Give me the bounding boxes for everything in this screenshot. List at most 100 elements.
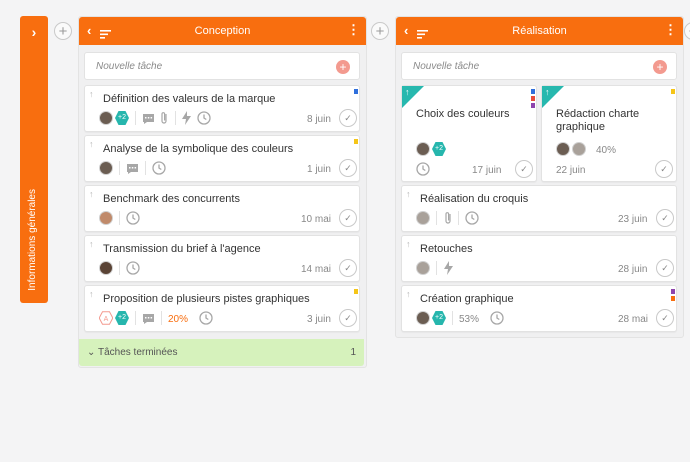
tag-marker	[671, 289, 675, 294]
task-card[interactable]: ↑ Retouches 28 juin ✓	[401, 235, 677, 282]
expand-chevron-icon[interactable]: ›	[20, 24, 48, 40]
new-task-field[interactable]: Nouvelle tâche +	[84, 52, 360, 80]
task-title: Proposition de plusieurs pistes graphiqu…	[103, 293, 310, 305]
task-card[interactable]: ↑ Benchmark des concurrents 10 mai ✓	[84, 185, 360, 232]
clock-icon	[152, 161, 166, 180]
collapsed-column-informations[interactable]: › Informations générales	[20, 16, 48, 303]
new-task-placeholder: Nouvelle tâche	[96, 61, 163, 72]
due-date: 1 juin	[307, 164, 331, 175]
complete-task-button[interactable]: ✓	[655, 160, 673, 178]
task-title: Choix des couleurs	[416, 108, 510, 120]
avatar[interactable]	[416, 311, 430, 325]
clock-icon	[197, 111, 211, 130]
add-column-button[interactable]: +	[54, 22, 72, 40]
complete-task-button[interactable]: ✓	[515, 160, 533, 178]
due-date: 17 juin	[472, 165, 502, 176]
priority-arrow-icon: ↑	[89, 139, 94, 149]
add-column-button[interactable]: +	[684, 22, 690, 40]
divider	[119, 211, 120, 225]
column-menu-icon[interactable]: ⋮	[347, 23, 360, 36]
avatar[interactable]	[416, 261, 430, 275]
lightning-icon	[182, 111, 191, 130]
column-title: Réalisation	[512, 25, 567, 37]
complete-task-button[interactable]: ✓	[339, 309, 357, 327]
avatar[interactable]	[99, 111, 113, 125]
add-task-icon[interactable]: +	[653, 60, 667, 74]
clock-icon	[126, 211, 140, 230]
clock-icon	[199, 311, 213, 330]
due-date: 14 mai	[301, 264, 332, 275]
due-date: 28 mai	[618, 314, 649, 325]
completed-tasks-label: ⌄ Tâches terminées	[87, 347, 178, 358]
task-title: Définition des valeurs de la marque	[103, 93, 276, 105]
complete-task-button[interactable]: ✓	[339, 209, 357, 227]
complete-task-button[interactable]: ✓	[656, 309, 674, 327]
divider	[145, 161, 146, 175]
due-date: 8 juin	[307, 114, 331, 125]
avatar[interactable]	[99, 161, 113, 175]
extra-members-badge[interactable]: +2	[115, 111, 129, 125]
divider	[458, 211, 459, 225]
column-header: ‹ Réalisation ⋮	[396, 17, 683, 45]
add-column-button[interactable]: +	[371, 22, 389, 40]
avatar[interactable]	[556, 142, 570, 156]
divider	[436, 261, 437, 275]
tag-marker	[531, 96, 535, 101]
divider	[161, 311, 162, 325]
extra-members-badge[interactable]: +2	[432, 311, 446, 325]
avatar[interactable]	[99, 211, 113, 225]
task-card[interactable]: ↑ Transmission du brief à l'agence 14 ma…	[84, 235, 360, 282]
progress-percent: 20%	[168, 314, 189, 325]
priority-arrow-icon: ↑	[545, 87, 550, 97]
task-card[interactable]: ↑ Proposition de plusieurs pistes graphi…	[84, 285, 360, 332]
task-card[interactable]: ↑ Création graphique +2 53% 28 mai ✓	[401, 285, 677, 332]
column-menu-icon[interactable]: ⋮	[664, 23, 677, 36]
new-task-field[interactable]: Nouvelle tâche +	[401, 52, 677, 80]
avatar[interactable]	[572, 142, 586, 156]
complete-task-button[interactable]: ✓	[339, 259, 357, 277]
priority-arrow-icon: ↑	[406, 289, 411, 299]
column-title: Conception	[194, 25, 251, 37]
priority-arrow-icon: ↑	[89, 89, 94, 99]
due-date: 3 juin	[307, 314, 331, 325]
tag-marker	[354, 289, 358, 294]
complete-task-button[interactable]: ✓	[339, 159, 357, 177]
complete-task-button[interactable]: ✓	[656, 209, 674, 227]
divider	[119, 261, 120, 275]
task-card[interactable]: ↑ Analyse de la symbolique des couleurs …	[84, 135, 360, 182]
avatar-initial: A	[104, 316, 109, 323]
complete-task-button[interactable]: ✓	[339, 109, 357, 127]
tag-marker	[671, 89, 675, 94]
divider	[135, 311, 136, 325]
task-card[interactable]: ↑ Choix des couleurs +2 17 juin ✓	[401, 85, 537, 182]
task-title: Rédaction charte graphique	[556, 108, 640, 133]
divider	[452, 311, 453, 325]
complete-task-button[interactable]: ✓	[656, 259, 674, 277]
clock-icon	[126, 261, 140, 280]
clock-icon	[465, 211, 479, 230]
priority-arrow-icon: ↑	[405, 87, 410, 97]
task-card[interactable]: ↑ Réalisation du croquis 23 juin ✓	[401, 185, 677, 232]
task-title: Retouches	[420, 243, 473, 255]
avatar[interactable]	[416, 211, 430, 225]
column-header: ‹ Conception ⋮	[79, 17, 366, 45]
extra-members-badge[interactable]: +2	[432, 142, 446, 156]
lightning-icon	[444, 261, 453, 280]
due-date: 10 mai	[301, 214, 332, 225]
user-initial-avatar[interactable]: A	[98, 311, 114, 330]
progress-percent: 40%	[596, 145, 617, 156]
completed-tasks-section[interactable]: ⌄ Tâches terminées 1	[79, 339, 364, 366]
progress-percent: 53%	[459, 314, 480, 325]
task-card[interactable]: ↑ Rédaction charte graphique 40% 22 juin…	[541, 85, 677, 182]
avatar[interactable]	[99, 261, 113, 275]
extra-members-badge[interactable]: +2	[115, 311, 129, 325]
tag-marker	[531, 89, 535, 94]
avatar[interactable]	[416, 142, 430, 156]
add-task-icon[interactable]: +	[336, 60, 350, 74]
comment-icon	[142, 112, 155, 130]
task-title: Analyse de la symbolique des couleurs	[103, 143, 294, 155]
task-card[interactable]: ↑ Définition des valeurs de la marque +2…	[84, 85, 360, 132]
task-title: Benchmark des concurrents	[103, 193, 240, 205]
completed-tasks-count: 1	[350, 347, 356, 358]
column-realisation: ‹ Réalisation ⋮ Nouvelle tâche + ↑ Choix…	[395, 16, 684, 338]
